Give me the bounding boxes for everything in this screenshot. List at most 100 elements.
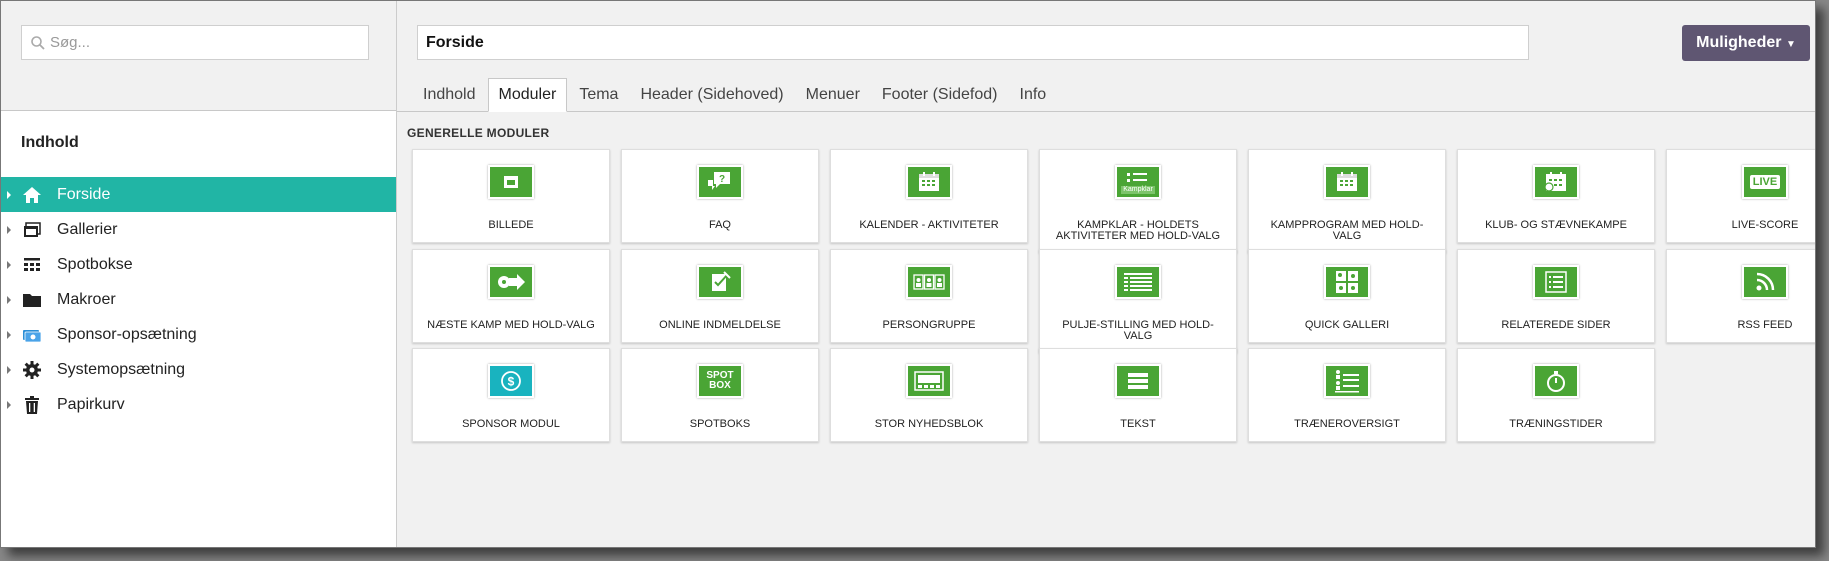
home-icon: [21, 184, 43, 206]
module-label: TRÆNEROVERSIGT: [1294, 418, 1400, 430]
stopwatch-icon: [1533, 364, 1579, 398]
signup-icon: [697, 265, 743, 299]
persongroup-icon: [906, 265, 952, 299]
calendar-alt-icon: [1533, 165, 1579, 199]
standings-icon: [1115, 265, 1161, 299]
tree-item-label: Spotbokse: [57, 255, 133, 273]
spotbox-text-icon: SPOT BOX: [697, 364, 743, 398]
faq-icon: ?: [697, 165, 743, 199]
module-card-spotboks[interactable]: SPOT BOX SPOTBOKS: [621, 348, 819, 442]
newsblock-icon: [906, 364, 952, 398]
module-card-kalender[interactable]: KALENDER - AKTIVITETER: [830, 149, 1028, 243]
tab-footer[interactable]: Footer (Sidefod): [872, 78, 1008, 111]
module-card-naeste-kamp[interactable]: NÆSTE KAMP MED HOLD-VALG: [412, 249, 610, 343]
gear-icon: [21, 359, 43, 381]
module-card-traeneroversigt[interactable]: TRÆNEROVERSIGT: [1248, 348, 1446, 442]
caret-down-icon: ▼: [1785, 39, 1796, 50]
kampklar-icon: Kampklar: [1115, 165, 1161, 199]
image-icon: [488, 165, 534, 199]
tree-item-label: Systemopsætning: [57, 360, 186, 378]
tree-item-gallerier[interactable]: Gallerier: [1, 212, 396, 247]
module-label: NÆSTE KAMP MED HOLD-VALG: [427, 319, 595, 331]
options-button-label: Muligheder: [1696, 34, 1782, 51]
trash-icon: [21, 394, 43, 416]
tab-moduler[interactable]: Moduler: [487, 78, 568, 112]
module-card-traeningstider[interactable]: TRÆNINGSTIDER: [1457, 348, 1655, 442]
module-card-klub-staevnekampe[interactable]: KLUB- OG STÆVNEKAMPE: [1457, 149, 1655, 243]
module-label: BILLEDE: [488, 219, 534, 231]
tree-item-sponsor-opsaetning[interactable]: Sponsor-opsætning: [1, 317, 396, 352]
sidebar: Indhold Forside Gallerier Spotbokse Makr…: [1, 1, 397, 547]
page-title-input[interactable]: [417, 25, 1529, 60]
expand-caret-icon[interactable]: [7, 225, 11, 234]
search-input[interactable]: [50, 34, 350, 51]
module-label: LIVE-SCORE: [1731, 219, 1799, 231]
module-card-online-indmeldelse[interactable]: ONLINE INDMELDELSE: [621, 249, 819, 343]
module-card-relaterede-sider[interactable]: RELATEREDE SIDER: [1457, 249, 1655, 343]
section-title: Indhold: [21, 134, 79, 151]
sponsor-module-icon: $: [488, 364, 534, 398]
svg-text:?: ?: [719, 174, 725, 185]
tree-item-label: Makroer: [57, 290, 116, 308]
content-tree: Forside Gallerier Spotbokse Makroer Spon: [1, 177, 396, 422]
main-panel: Muligheder ▼ Indhold Moduler Tema Header…: [397, 1, 1815, 547]
tree-item-label: Forside: [57, 185, 111, 203]
module-card-kampklar[interactable]: Kampklar KAMPKLAR - HOLDETS AKTIVITETER …: [1039, 149, 1237, 253]
expand-caret-icon[interactable]: [7, 365, 11, 374]
tab-header[interactable]: Header (Sidehoved): [630, 78, 793, 111]
spotbox-icon-text: SPOT BOX: [706, 370, 734, 391]
module-label: TRÆNINGSTIDER: [1509, 418, 1603, 430]
calendar-icon: [1324, 165, 1370, 199]
module-label: RELATEREDE SIDER: [1501, 319, 1611, 331]
list-icon: [1533, 265, 1579, 299]
module-card-pulje-stilling[interactable]: PULJE-STILLING MED HOLD-VALG: [1039, 249, 1237, 353]
tabs-divider: [397, 111, 1815, 112]
calendar-icon: [906, 165, 952, 199]
module-card-sponsor-modul[interactable]: $ SPONSOR MODUL: [412, 348, 610, 442]
module-label: QUICK GALLERI: [1304, 319, 1390, 331]
module-label: SPONSOR MODUL: [462, 418, 560, 430]
module-card-billede[interactable]: BILLEDE: [412, 149, 610, 243]
module-label: FAQ: [708, 219, 731, 231]
expand-caret-icon[interactable]: [7, 330, 11, 339]
tree-item-makroer[interactable]: Makroer: [1, 282, 396, 317]
module-card-kampprogram[interactable]: KAMPPROGRAM MED HOLD-VALG: [1248, 149, 1446, 253]
module-label: KLUB- OG STÆVNEKAMPE: [1485, 219, 1627, 231]
module-card-persongruppe[interactable]: PERSONGRUPPE: [830, 249, 1028, 343]
expand-caret-icon[interactable]: [7, 400, 11, 409]
expand-caret-icon[interactable]: [7, 260, 11, 269]
coaches-icon: [1324, 364, 1370, 398]
tab-indhold[interactable]: Indhold: [413, 78, 486, 111]
module-card-stor-nyhedsblok[interactable]: STOR NYHEDSBLOK: [830, 348, 1028, 442]
module-card-tekst[interactable]: TEKST: [1039, 348, 1237, 442]
rss-icon: [1742, 265, 1788, 299]
module-label: SPOTBOKS: [689, 418, 751, 430]
tree-item-label: Papirkurv: [57, 395, 125, 413]
module-card-live-score[interactable]: LIVE LIVE-SCORE: [1666, 149, 1815, 243]
module-card-quick-galleri[interactable]: QUICK GALLERI: [1248, 249, 1446, 343]
module-label: KALENDER - AKTIVITETER: [859, 219, 999, 231]
search-box[interactable]: [21, 25, 369, 60]
expand-caret-icon[interactable]: [7, 190, 11, 199]
live-icon-text: LIVE: [1749, 175, 1781, 189]
tree-item-forside[interactable]: Forside: [1, 177, 396, 212]
tree-item-systemopsaetning[interactable]: Systemopsætning: [1, 352, 396, 387]
module-label: KAMPPROGRAM MED HOLD-VALG: [1270, 219, 1424, 242]
options-dropdown-button[interactable]: Muligheder ▼: [1682, 25, 1810, 61]
tab-menuer[interactable]: Menuer: [796, 78, 870, 111]
expand-caret-icon[interactable]: [7, 295, 11, 304]
next-match-icon: [488, 265, 534, 299]
tab-tema[interactable]: Tema: [569, 78, 628, 111]
tree-item-spotbokse[interactable]: Spotbokse: [1, 247, 396, 282]
sidebar-header: [1, 1, 396, 111]
module-label: ONLINE INDMELDELSE: [659, 319, 781, 331]
module-card-rss-feed[interactable]: RSS FEED: [1666, 249, 1815, 343]
tab-info[interactable]: Info: [1010, 78, 1057, 111]
folder-icon: [21, 289, 43, 311]
app-window: Indhold Forside Gallerier Spotbokse Makr…: [0, 0, 1816, 548]
module-card-faq[interactable]: ? FAQ: [621, 149, 819, 243]
svg-text:$: $: [508, 375, 515, 389]
tree-item-papirkurv[interactable]: Papirkurv: [1, 387, 396, 422]
module-label: PERSONGRUPPE: [882, 319, 976, 331]
text-icon: [1115, 364, 1161, 398]
